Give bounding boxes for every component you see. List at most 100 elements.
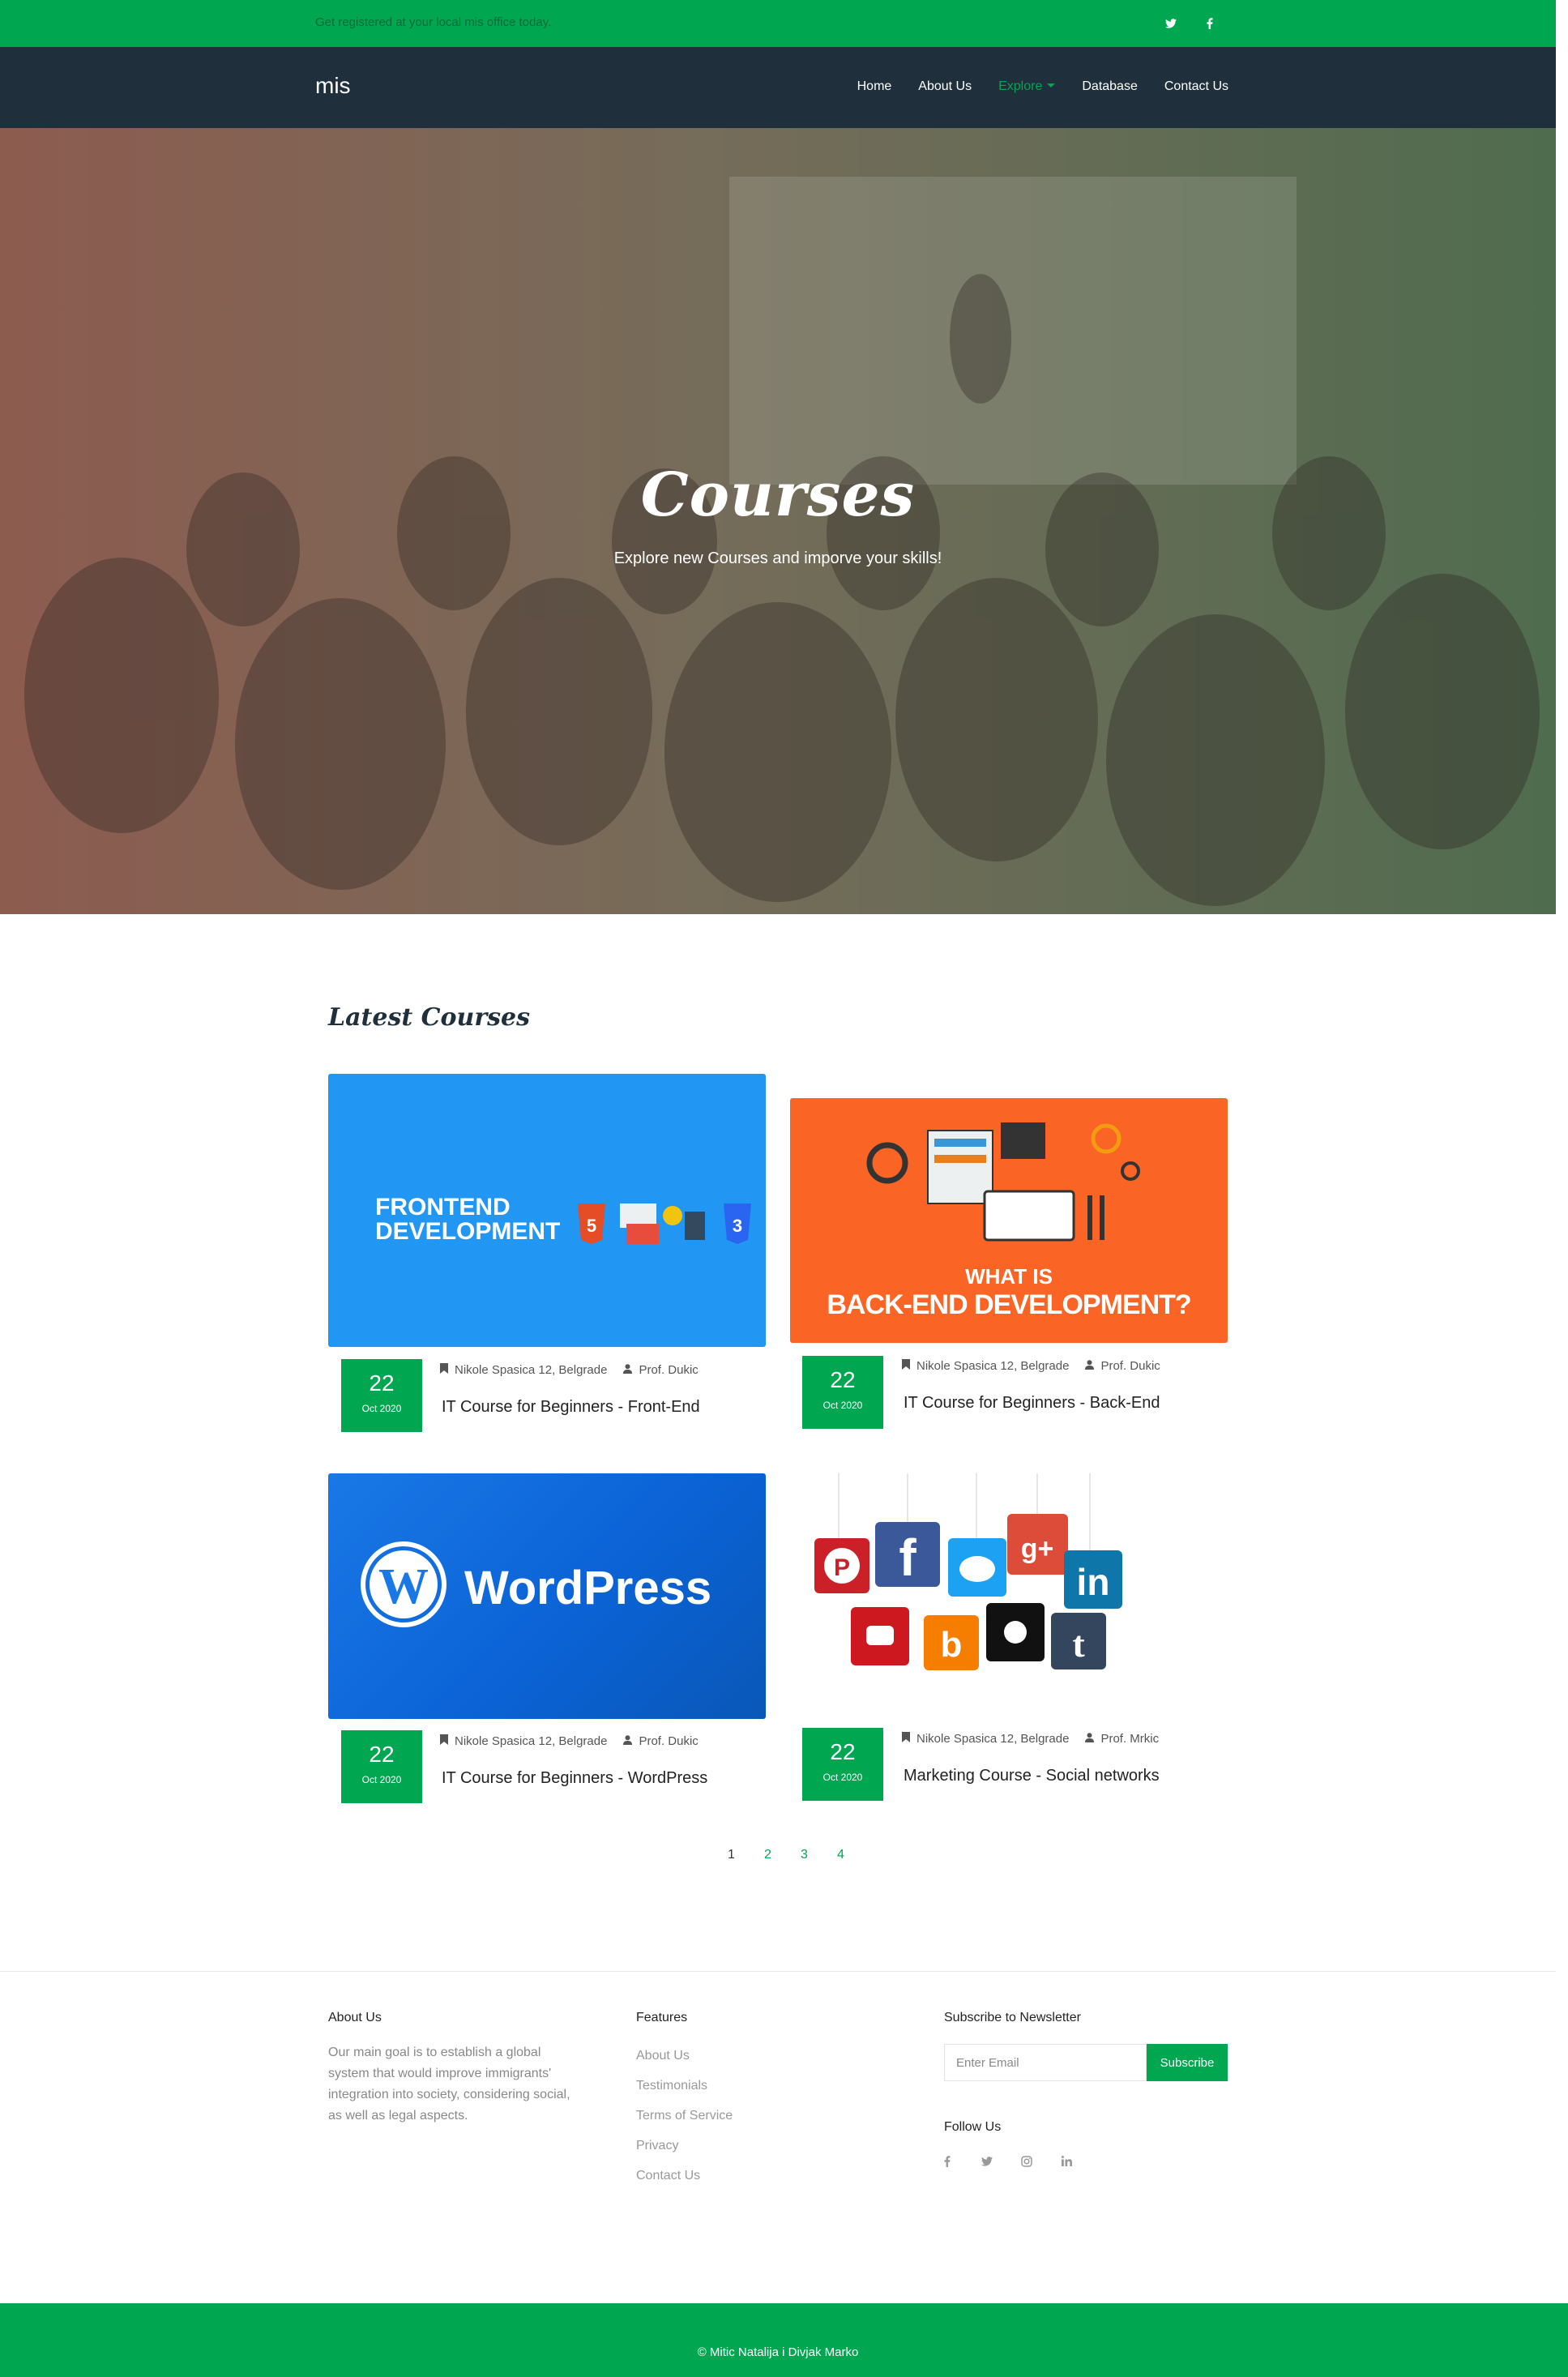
bookmark-icon — [440, 1363, 448, 1377]
footer-link-testimonials[interactable]: Testimonials — [636, 2079, 707, 2093]
nav-about-us[interactable]: About Us — [918, 79, 972, 94]
follow-heading: Follow Us — [944, 2120, 1002, 2134]
date-day: 22 — [369, 1370, 395, 1396]
twitter-icon[interactable] — [981, 2156, 993, 2170]
date-month: Oct 2020 — [822, 1772, 863, 1783]
nav-database[interactable]: Database — [1082, 79, 1138, 94]
footer-about-heading: About Us — [328, 2011, 382, 2024]
date-badge: 22 Oct 2020 — [341, 1359, 422, 1432]
date-badge: 22 Oct 2020 — [802, 1356, 883, 1429]
nav-explore[interactable]: Explore — [998, 79, 1056, 94]
bookmark-icon — [902, 1732, 910, 1746]
social-networks-illustration: P f g+ in b t — [814, 1473, 1122, 1670]
course-meta: Nikole Spasica 12, Belgrade Prof. Dukic — [902, 1359, 1160, 1373]
twitter-icon[interactable] — [1160, 13, 1181, 34]
date-month: Oct 2020 — [361, 1774, 402, 1785]
course-meta: Nikole Spasica 12, Belgrade Prof. Dukic — [440, 1363, 699, 1377]
date-day: 22 — [830, 1739, 856, 1764]
course-location: Nikole Spasica 12, Belgrade — [916, 1732, 1070, 1746]
course-location: Nikole Spasica 12, Belgrade — [916, 1359, 1070, 1373]
svg-text:f: f — [899, 1528, 916, 1587]
bottom-bar — [0, 2303, 1568, 2377]
course-location: Nikole Spasica 12, Belgrade — [455, 1734, 608, 1748]
nav-explore-label: Explore — [998, 79, 1043, 93]
course-teacher: Prof. Dukic — [639, 1363, 699, 1377]
user-icon — [623, 1734, 633, 1748]
web-tech-illustration: 5 3 — [578, 1203, 751, 1244]
svg-text:b: b — [941, 1625, 963, 1665]
svg-text:g+: g+ — [1021, 1533, 1054, 1564]
user-icon — [1085, 1359, 1095, 1373]
course-image-wordpress[interactable]: W WordPress — [328, 1473, 766, 1719]
course-image-social[interactable]: P f g+ in b t — [806, 1473, 1130, 1684]
top-bar: Get registered at your local mis office … — [0, 0, 1556, 47]
page-2-link[interactable]: 2 — [750, 1848, 786, 1862]
user-icon — [1085, 1732, 1095, 1746]
nav-menu: Home About Us Explore Database Contact U… — [831, 79, 1228, 94]
date-day: 22 — [830, 1367, 856, 1392]
bookmark-icon — [440, 1734, 448, 1748]
page-4-link[interactable]: 4 — [822, 1848, 859, 1862]
svg-text:P: P — [834, 1554, 850, 1581]
linkedin-icon[interactable] — [1061, 2156, 1072, 2170]
page-1-link[interactable]: 1 — [713, 1848, 750, 1862]
wordpress-logo-icon: W — [361, 1541, 446, 1627]
course-image-backend[interactable]: WHAT IS BACK-END DEVELOPMENT? — [790, 1098, 1228, 1343]
footer-features-heading: Features — [636, 2011, 688, 2024]
newsletter-heading: Subscribe to Newsletter — [944, 2011, 1081, 2024]
top-bar-text: Get registered at your local mis office … — [315, 15, 552, 29]
nav-contact-us[interactable]: Contact Us — [1164, 79, 1228, 94]
subscribe-button[interactable]: Subscribe — [1147, 2044, 1228, 2081]
footer-about-text: Our main goal is to establish a global s… — [328, 2046, 570, 2123]
footer-link-privacy[interactable]: Privacy — [636, 2139, 678, 2153]
date-badge: 22 Oct 2020 — [341, 1730, 422, 1803]
course-title[interactable]: Marketing Course - Social networks — [904, 1767, 1160, 1785]
course-title[interactable]: IT Course for Beginners - Front-End — [442, 1398, 700, 1417]
hero-subtitle: Explore new Courses and imporve your ski… — [613, 549, 942, 567]
hero-banner: Courses Explore new Courses and imporve … — [0, 128, 1556, 914]
nav-home[interactable]: Home — [857, 79, 892, 94]
image-text-line: DEVELOPMENT — [375, 1218, 561, 1245]
course-title[interactable]: IT Course for Beginners - WordPress — [442, 1769, 707, 1788]
backend-illustration — [866, 1122, 1140, 1242]
page-3-link[interactable]: 3 — [786, 1848, 822, 1862]
brand-logo[interactable]: mis — [315, 73, 351, 99]
svg-text:t: t — [1072, 1623, 1085, 1665]
hero-title: Courses — [640, 460, 916, 530]
user-icon — [623, 1363, 633, 1377]
section-title: Latest Courses — [328, 1003, 531, 1032]
facebook-icon[interactable] — [1199, 13, 1220, 34]
image-text-line: WHAT IS — [965, 1264, 1053, 1289]
main-navbar: mis Home About Us Explore Database Conta… — [0, 47, 1556, 128]
date-badge: 22 Oct 2020 — [802, 1728, 883, 1801]
date-month: Oct 2020 — [361, 1403, 402, 1414]
footer-link-about-us[interactable]: About Us — [636, 2049, 690, 2063]
course-teacher: Prof. Mrkic — [1100, 1732, 1160, 1746]
svg-text:5: 5 — [587, 1216, 596, 1236]
footer-link-terms[interactable]: Terms of Service — [636, 2109, 733, 2123]
pagination: 1 2 3 4 — [713, 1848, 859, 1862]
svg-text:in: in — [1077, 1561, 1110, 1603]
image-text-line: BACK-END DEVELOPMENT? — [827, 1289, 1191, 1320]
image-text-line: WordPress — [464, 1562, 712, 1614]
svg-text:W: W — [378, 1559, 429, 1614]
course-image-frontend[interactable]: FRONTEND DEVELOPMENT 5 3 — [328, 1074, 766, 1347]
date-day: 22 — [369, 1742, 395, 1767]
bookmark-icon — [902, 1359, 910, 1373]
chevron-down-icon — [1047, 83, 1056, 88]
date-month: Oct 2020 — [822, 1400, 863, 1411]
course-teacher: Prof. Dukic — [1100, 1359, 1160, 1373]
image-text-line: FRONTEND — [375, 1194, 511, 1221]
course-teacher: Prof. Dukic — [639, 1734, 699, 1748]
course-meta: Nikole Spasica 12, Belgrade Prof. Mrkic — [902, 1732, 1159, 1746]
instagram-icon[interactable] — [1021, 2156, 1032, 2170]
svg-text:3: 3 — [733, 1216, 742, 1236]
course-location: Nikole Spasica 12, Belgrade — [455, 1363, 608, 1377]
facebook-icon[interactable] — [944, 2156, 951, 2170]
course-title[interactable]: IT Course for Beginners - Back-End — [904, 1394, 1160, 1413]
footer-divider — [0, 1971, 1556, 1972]
course-meta: Nikole Spasica 12, Belgrade Prof. Dukic — [440, 1734, 699, 1748]
copyright-text: © Mitic Natalija i Divjak Marko — [697, 2345, 859, 2359]
newsletter-email-input[interactable] — [944, 2044, 1147, 2081]
footer-link-contact-us[interactable]: Contact Us — [636, 2169, 700, 2183]
